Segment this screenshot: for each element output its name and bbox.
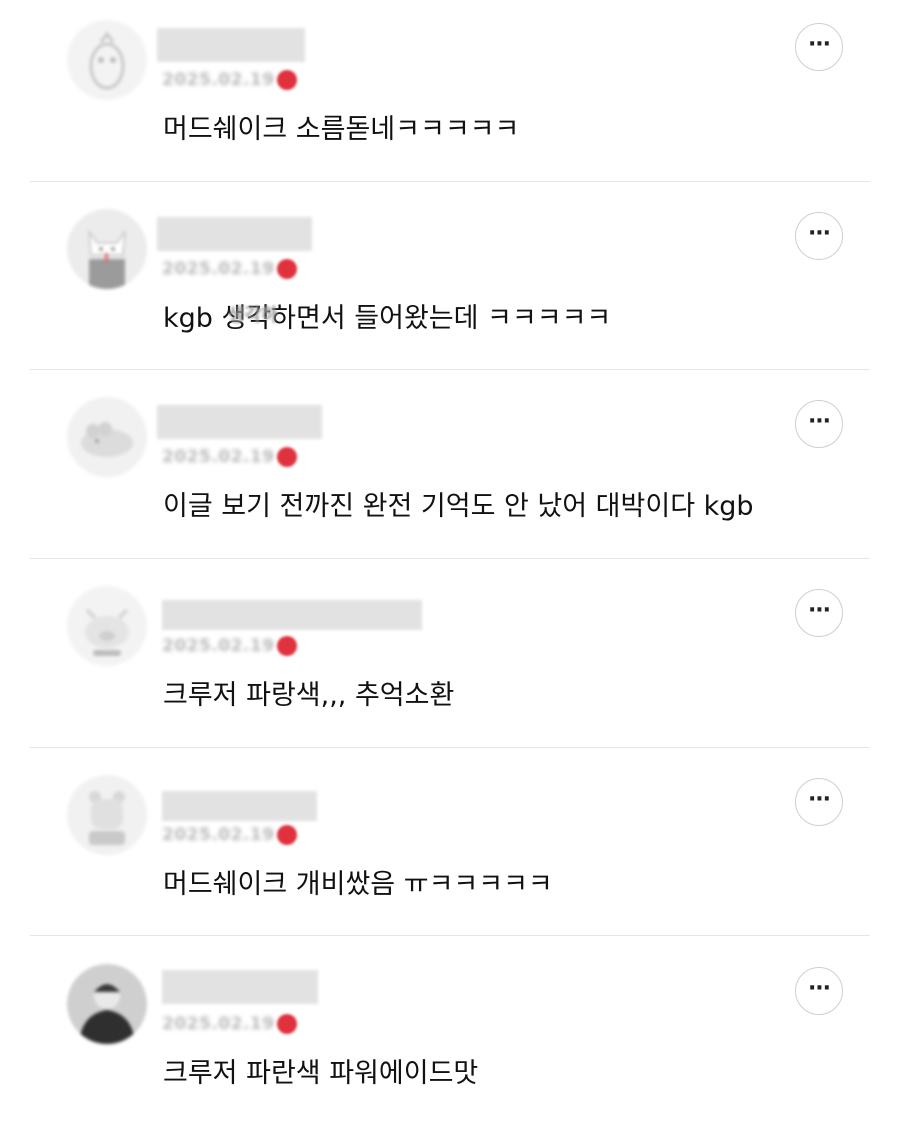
new-badge [276, 636, 297, 656]
comment-meta: 2025.02.19 [162, 1011, 297, 1037]
comment-text: 크루저 파란색 파워에이드맛 [163, 1058, 479, 1089]
more-options-button[interactable]: ··· [795, 967, 843, 1015]
divider [30, 935, 870, 936]
username-blurred[interactable] [157, 405, 322, 439]
more-icon: ··· [807, 975, 831, 1001]
more-icon: ··· [807, 31, 831, 57]
divider [30, 181, 870, 182]
comment-meta: 2025.02.19 [162, 444, 297, 470]
comment-meta: 2025.02.19 [162, 67, 297, 93]
comment-date: 2025.02.19 [162, 636, 275, 656]
cat-avatar-icon[interactable] [67, 209, 147, 289]
comment-meta: 2025.02.19 [162, 822, 297, 848]
new-badge [276, 447, 297, 467]
comment-date: 2025.02.19 [162, 825, 275, 845]
comment-item: 2025.02.19 머드쉐이크 개비쌌음 ㅠㅋㅋㅋㅋㅋ ··· [0, 755, 900, 943]
more-options-button[interactable]: ··· [795, 400, 843, 448]
comment-meta: 2025.02.19 [162, 633, 297, 659]
comment-item: 2025.02.19 kgb 생각하면서 들어왔는데 ㅋㅋㅋㅋㅋ ··· [0, 189, 900, 377]
comment-list: 2025.02.19 머드쉐이크 소름돋네ㅋㅋㅋㅋㅋ ··· 2025.02.1… [0, 0, 900, 1122]
more-options-button[interactable]: ··· [795, 212, 843, 260]
username-blurred[interactable] [157, 28, 305, 62]
more-icon: ··· [807, 408, 831, 434]
divider [30, 558, 870, 559]
bear-avatar-icon[interactable] [67, 775, 147, 855]
comment-text: 머드쉐이크 소름돋네ㅋㅋㅋㅋㅋ [163, 114, 520, 145]
more-icon: ··· [807, 597, 831, 623]
comment-item: 2025.02.19 크루저 파랑색,,, 추억소환 ··· [0, 566, 900, 754]
penguin-avatar-icon[interactable] [67, 20, 147, 100]
comment-text: 이글 보기 전까진 완전 기억도 안 났어 대박이다 kgb [163, 491, 754, 522]
comment-date: 2025.02.19 [162, 70, 275, 90]
more-icon: ··· [807, 220, 831, 246]
comment-date: 2025.02.19 [162, 1014, 275, 1034]
divider [30, 747, 870, 748]
comment-meta: 2025.02.19 [162, 256, 297, 282]
comment-item: 2025.02.19 이글 보기 전까진 완전 기억도 안 났어 대박이다 kg… [0, 377, 900, 565]
comment-item: 2025.02.19 머드쉐이크 소름돋네ㅋㅋㅋㅋㅋ ··· [0, 0, 900, 188]
more-options-button[interactable]: ··· [795, 778, 843, 826]
more-options-button[interactable]: ··· [795, 23, 843, 71]
username-blurred[interactable] [162, 600, 422, 630]
username-blurred[interactable] [157, 217, 312, 251]
new-badge [276, 1014, 297, 1034]
more-icon: ··· [807, 786, 831, 812]
pig-avatar-icon[interactable] [67, 586, 147, 666]
new-badge [276, 259, 297, 279]
comment-text: 머드쉐이크 개비쌌음 ㅠㅋㅋㅋㅋㅋ [163, 869, 553, 900]
person-avatar-icon[interactable] [67, 964, 147, 1044]
divider [30, 369, 870, 370]
new-badge [276, 825, 297, 845]
comment-date: 2025.02.19 [162, 447, 275, 467]
mouse-avatar-icon[interactable] [67, 397, 147, 477]
username-blurred[interactable] [162, 970, 318, 1004]
more-options-button[interactable]: ··· [795, 589, 843, 637]
overlap-text: 생각하 [228, 305, 278, 326]
new-badge [276, 70, 297, 90]
comment-date: 2025.02.19 [162, 259, 275, 279]
comment-item: 2025.02.19 크루저 파란색 파워에이드맛 ··· [0, 944, 900, 1132]
comment-text: 크루저 파랑색,,, 추억소환 [163, 680, 455, 711]
username-blurred[interactable] [162, 791, 317, 821]
